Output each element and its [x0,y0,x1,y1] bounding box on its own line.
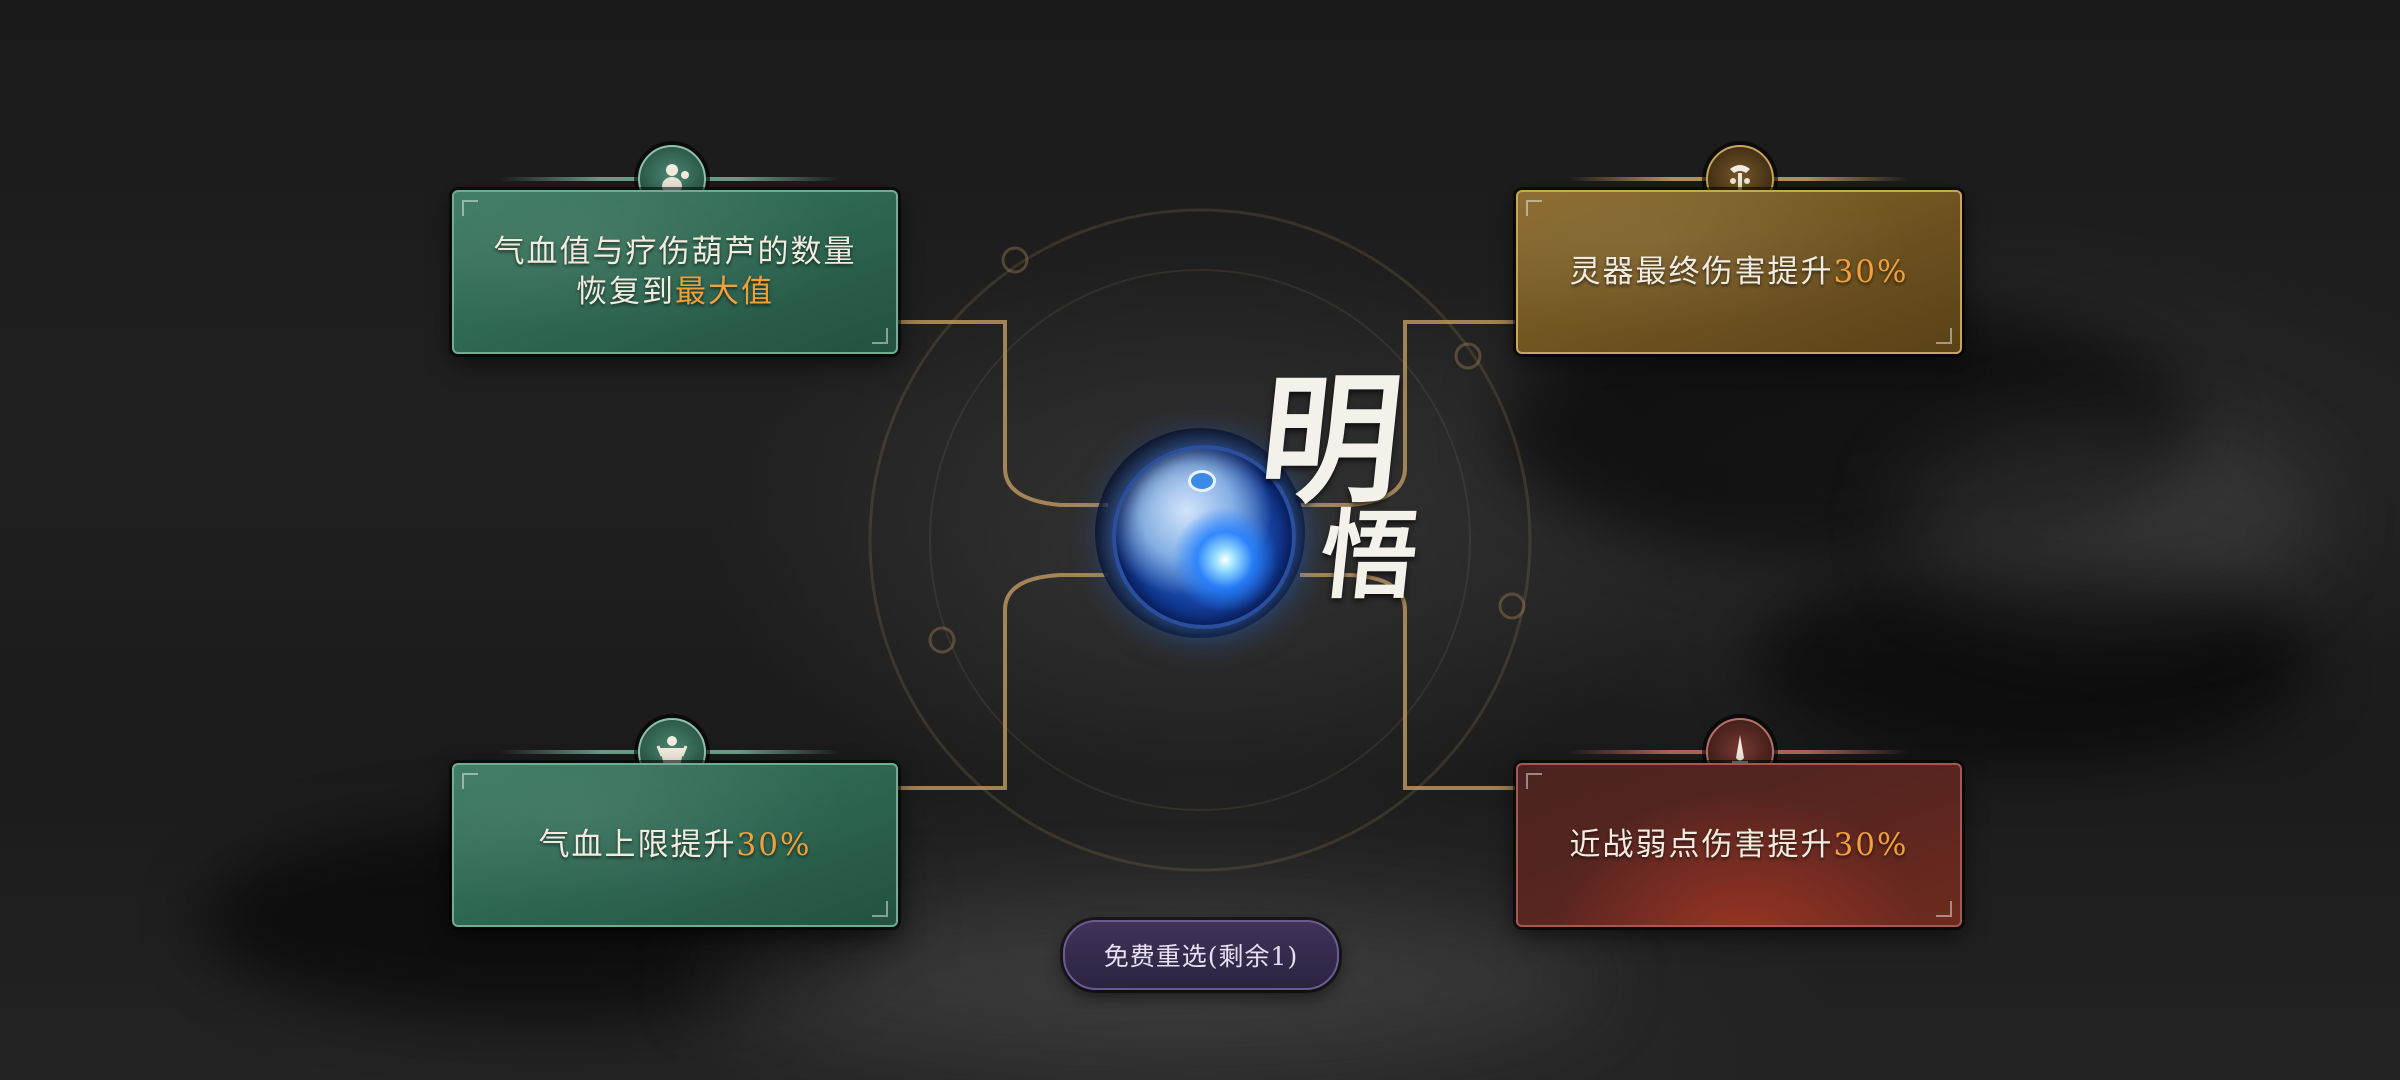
game-screen: 气血值与疗伤葫芦的数量 恢复到最大值 灵器最终伤害提升30% 气血上限提升30% [0,0,2400,1080]
card-highlight-value: 30% [736,827,812,863]
card-text: 灵器最终伤害提升 [1569,254,1834,290]
card-highlight-value: 最大值 [675,274,774,310]
card-text: 近战弱点伤害提升 [1569,827,1834,863]
card-highlight-value: 30% [1833,827,1909,863]
blessing-card-artifact-damage[interactable]: 灵器最终伤害提升30% [1516,190,1962,354]
card-line-1: 气血值与疗伤葫芦的数量 [493,234,857,270]
blessing-card-melee-weakpoint[interactable]: 近战弱点伤害提升30% [1516,763,1962,927]
card-text: 气血上限提升 [538,827,737,863]
title-char-2: 悟 [1315,499,1424,612]
blessing-card-restore[interactable]: 气血值与疗伤葫芦的数量 恢复到最大值 [452,190,898,354]
card-line-2-prefix: 恢复到 [576,274,675,310]
card-highlight-value: 30% [1833,254,1909,290]
card-description: 气血上限提升30% [539,825,812,865]
card-description: 灵器最终伤害提升30% [1570,252,1909,292]
card-description: 气血值与疗伤葫芦的数量 恢复到最大值 [494,232,857,312]
card-description: 近战弱点伤害提升30% [1570,825,1909,865]
blessing-card-max-health[interactable]: 气血上限提升30% [452,763,898,927]
orb-dot [1188,470,1216,492]
card-line-2: 恢复到最大值 [494,272,857,312]
free-reroll-button[interactable]: 免费重选(剩余1) [1063,920,1339,990]
